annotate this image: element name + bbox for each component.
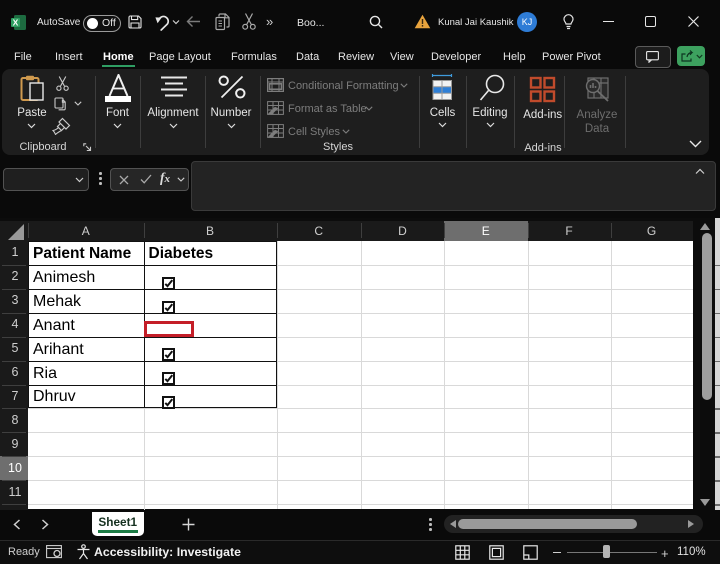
- svg-text:X: X: [13, 17, 19, 27]
